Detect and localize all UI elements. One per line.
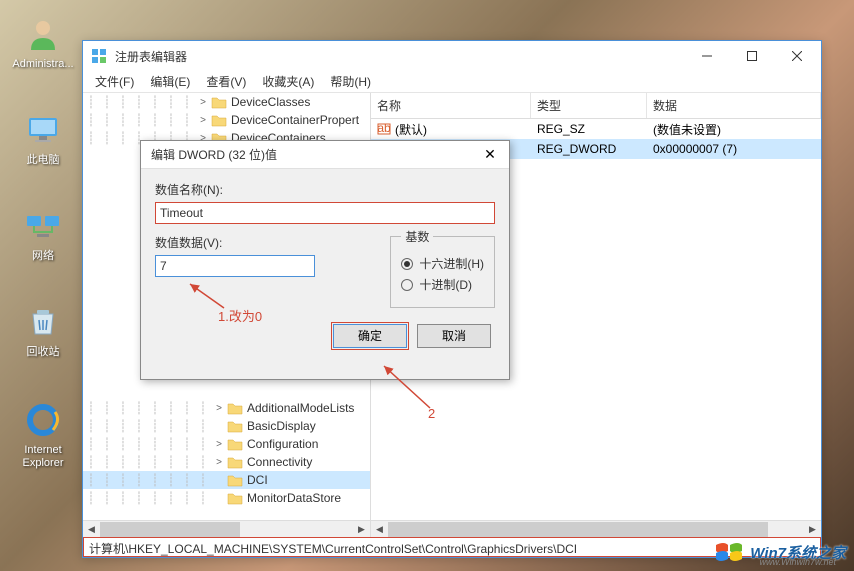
minimize-button[interactable] — [684, 42, 729, 70]
tree-node[interactable]: ┊┊┊┊┊┊┊┊ BasicDisplay — [83, 417, 370, 435]
dialog-title: 编辑 DWORD (32 位)值 — [151, 146, 475, 163]
scroll-left-icon[interactable]: ◀ — [371, 522, 388, 537]
ok-button[interactable]: 确定 — [333, 324, 407, 348]
scroll-right-icon[interactable]: ▶ — [804, 522, 821, 537]
expand-icon[interactable] — [211, 421, 227, 432]
expand-icon[interactable]: > — [211, 439, 227, 450]
value-type: REG_SZ — [531, 120, 647, 138]
tree-label: MonitorDataStore — [247, 491, 341, 505]
col-data[interactable]: 数据 — [647, 93, 821, 118]
svg-text:ab: ab — [377, 122, 391, 135]
menubar: 文件(F) 编辑(E) 查看(V) 收藏夹(A) 帮助(H) — [83, 71, 821, 93]
tree-node[interactable]: ┊┊┊┊┊┊┊┊>Connectivity — [83, 453, 370, 471]
tree-scrollbar-h[interactable]: ◀ ▶ — [83, 520, 370, 537]
watermark: Win7系统之家 www.Winwin7w.net — [714, 539, 846, 565]
windows-logo-icon — [714, 539, 744, 565]
value-name: (默认) — [395, 121, 427, 138]
expand-icon[interactable] — [211, 475, 227, 486]
col-name[interactable]: 名称 — [371, 93, 531, 118]
tree-label: AdditionalModeLists — [247, 401, 354, 415]
menu-help[interactable]: 帮助(H) — [322, 71, 379, 92]
list-header: 名称 类型 数据 — [371, 93, 821, 119]
menu-favorites[interactable]: 收藏夹(A) — [254, 71, 322, 92]
statusbar-path: 计算机\HKEY_LOCAL_MACHINE\SYSTEM\CurrentCon… — [83, 537, 821, 557]
scroll-right-icon[interactable]: ▶ — [353, 522, 370, 537]
desktop-icon-user[interactable]: Administra... — [8, 14, 78, 71]
list-row[interactable]: ab (默认) REG_SZ(数值未设置) — [371, 119, 821, 139]
tree-label: Configuration — [247, 437, 318, 451]
dialog-close-button[interactable]: ✕ — [475, 146, 505, 163]
window-controls — [684, 42, 819, 70]
desktop-icon-computer[interactable]: 此电脑 — [8, 110, 78, 167]
edit-dword-dialog: 编辑 DWORD (32 位)值 ✕ 数值名称(N): 数值数据(V): 基数 … — [140, 140, 510, 380]
desktop-icon-network[interactable]: 网络 — [8, 206, 78, 263]
watermark-url: www.Winwin7w.net — [760, 557, 836, 567]
scroll-left-icon[interactable]: ◀ — [83, 522, 100, 537]
maximize-button[interactable] — [729, 42, 774, 70]
tree-label: DeviceContainerPropert — [231, 113, 359, 127]
tree-node[interactable]: ┊┊┊┊┊┊┊┊>Configuration — [83, 435, 370, 453]
expand-icon[interactable]: > — [211, 403, 227, 414]
value-data-input[interactable] — [155, 255, 315, 277]
col-type[interactable]: 类型 — [531, 93, 647, 118]
radix-hex[interactable]: 十六进制(H) — [401, 255, 484, 272]
tree-label: Connectivity — [247, 455, 312, 469]
desktop-icon-ie[interactable]: Internet Explorer — [8, 400, 78, 470]
value-type: REG_DWORD — [531, 140, 647, 158]
recycle-bin-icon — [23, 302, 63, 342]
menu-edit[interactable]: 编辑(E) — [142, 71, 198, 92]
desktop-icon-recycle[interactable]: 回收站 — [8, 302, 78, 359]
value-name-input[interactable] — [155, 202, 495, 224]
dialog-titlebar[interactable]: 编辑 DWORD (32 位)值 ✕ — [141, 141, 509, 169]
value-data-label: 数值数据(V): — [155, 234, 370, 251]
network-icon — [23, 206, 63, 246]
value-data: 0x00000007 (7) — [647, 140, 821, 158]
close-button[interactable] — [774, 42, 819, 70]
tree-node[interactable]: ┊┊┊┊┊┊┊┊>AdditionalModeLists — [83, 399, 370, 417]
value-name-label: 数值名称(N): — [155, 181, 495, 198]
tree-node[interactable]: ┊┊┊┊┊┊┊┊ DCI — [83, 471, 370, 489]
tree-label: BasicDisplay — [247, 419, 316, 433]
radio-off-icon — [401, 279, 413, 291]
cancel-button[interactable]: 取消 — [417, 324, 491, 348]
list-scrollbar-h[interactable]: ◀ ▶ — [371, 520, 821, 537]
value-icon: ab — [377, 122, 391, 136]
titlebar[interactable]: 注册表编辑器 — [83, 41, 821, 71]
window-title: 注册表编辑器 — [115, 48, 684, 65]
expand-icon[interactable]: > — [195, 97, 211, 108]
regedit-icon — [91, 48, 107, 64]
menu-view[interactable]: 查看(V) — [198, 71, 254, 92]
expand-icon[interactable] — [211, 493, 227, 504]
ie-icon — [23, 400, 63, 440]
tree-scroll-thumb[interactable] — [100, 522, 240, 537]
radix-label: 基数 — [401, 228, 433, 245]
radix-group: 基数 十六进制(H) 十进制(D) — [390, 228, 495, 308]
radix-dec[interactable]: 十进制(D) — [401, 276, 484, 293]
tree-label: DCI — [247, 473, 268, 487]
expand-icon[interactable]: > — [195, 115, 211, 126]
expand-icon[interactable]: > — [211, 457, 227, 468]
radio-on-icon — [401, 258, 413, 270]
value-data: (数值未设置) — [647, 119, 821, 140]
tree-node[interactable]: ┊┊┊┊┊┊┊>DeviceClasses — [83, 93, 370, 111]
tree-node[interactable]: ┊┊┊┊┊┊┊>DeviceContainerPropert — [83, 111, 370, 129]
computer-icon — [23, 110, 63, 150]
tree-label: DeviceClasses — [231, 95, 310, 109]
menu-file[interactable]: 文件(F) — [87, 71, 142, 92]
tree-node[interactable]: ┊┊┊┊┊┊┊┊ MonitorDataStore — [83, 489, 370, 507]
list-scroll-thumb[interactable] — [388, 522, 768, 537]
user-icon — [23, 14, 63, 54]
